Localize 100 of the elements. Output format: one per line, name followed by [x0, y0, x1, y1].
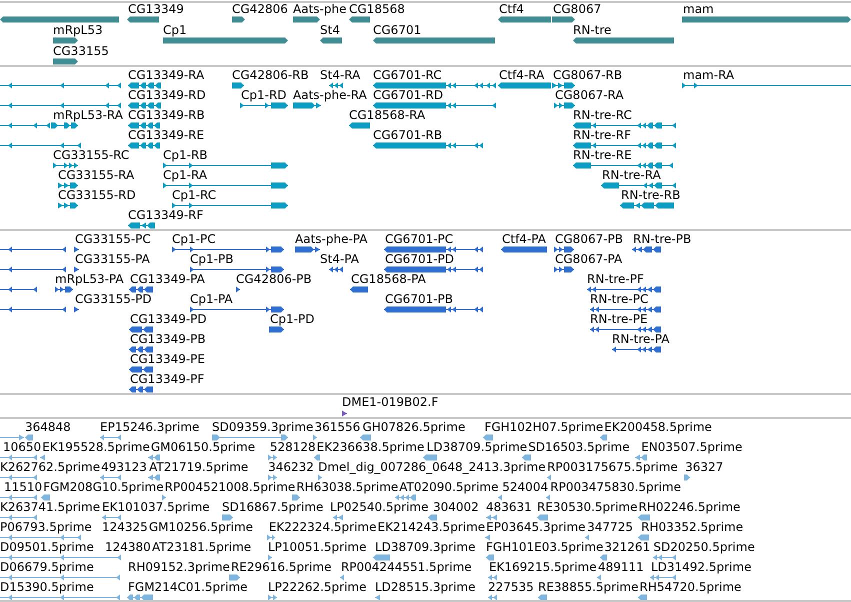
protein-glyph[interactable] [172, 246, 284, 252]
gene-bar[interactable] [552, 16, 575, 22]
protein-glyph[interactable] [350, 286, 368, 292]
transcript-glyph[interactable] [163, 182, 288, 188]
transcript-glyph[interactable] [128, 82, 161, 88]
est-glyph[interactable] [0, 594, 120, 600]
transcript-glyph[interactable] [172, 202, 288, 208]
est-glyph[interactable] [162, 494, 166, 500]
protein-glyph[interactable] [269, 326, 284, 332]
transcript-glyph[interactable] [128, 222, 155, 228]
protein-glyph[interactable] [590, 326, 661, 332]
transcript-glyph[interactable] [163, 162, 288, 168]
protein-glyph[interactable] [74, 266, 79, 272]
transcript-glyph[interactable] [0, 102, 121, 108]
est-glyph[interactable] [375, 594, 380, 600]
protein-glyph[interactable] [129, 386, 153, 392]
est-glyph[interactable] [333, 514, 343, 520]
transcript-glyph[interactable] [58, 202, 78, 208]
est-glyph[interactable] [222, 514, 233, 520]
est-glyph[interactable] [597, 574, 601, 580]
est-glyph[interactable] [485, 534, 490, 540]
est-glyph[interactable] [522, 454, 531, 460]
est-glyph[interactable] [0, 514, 37, 520]
est-glyph[interactable] [340, 574, 344, 580]
protein-glyph[interactable] [129, 326, 153, 332]
protein-glyph[interactable] [590, 306, 661, 312]
protein-glyph[interactable] [74, 246, 79, 252]
transcript-glyph[interactable] [128, 142, 160, 148]
est-glyph[interactable] [0, 454, 37, 460]
protein-glyph[interactable] [384, 246, 483, 252]
est-glyph[interactable] [318, 474, 322, 480]
est-glyph[interactable] [546, 494, 550, 500]
transcript-glyph[interactable] [573, 162, 673, 168]
est-glyph[interactable] [313, 434, 317, 440]
est-glyph[interactable] [373, 554, 390, 560]
est-glyph[interactable] [25, 434, 33, 440]
protein-glyph[interactable] [190, 306, 284, 312]
transcript-glyph[interactable] [53, 162, 78, 168]
protein-glyph[interactable] [0, 246, 66, 252]
gene-bar[interactable] [53, 38, 78, 44]
protein-glyph[interactable] [129, 346, 153, 352]
est-glyph[interactable] [0, 574, 120, 580]
est-glyph[interactable] [600, 554, 607, 560]
est-glyph[interactable] [600, 434, 607, 440]
gene-bar[interactable] [349, 16, 370, 22]
est-glyph[interactable] [268, 474, 277, 480]
transcript-glyph[interactable] [0, 82, 121, 88]
gene-bar[interactable] [127, 16, 159, 22]
gene-bar[interactable] [293, 16, 320, 22]
protein-glyph[interactable] [554, 246, 574, 252]
protein-glyph[interactable] [74, 306, 79, 312]
transcript-glyph[interactable] [128, 102, 161, 108]
clone-end-marker[interactable] [342, 410, 347, 416]
est-glyph[interactable] [547, 474, 551, 480]
est-glyph[interactable] [423, 454, 437, 460]
protein-glyph[interactable] [329, 266, 343, 272]
est-glyph[interactable] [100, 434, 121, 440]
protein-glyph[interactable] [384, 306, 483, 312]
est-glyph[interactable] [537, 514, 548, 520]
est-glyph[interactable] [653, 554, 676, 560]
gene-bar[interactable] [320, 38, 342, 44]
est-glyph[interactable] [40, 454, 45, 460]
protein-glyph[interactable] [632, 246, 661, 252]
protein-glyph[interactable] [129, 366, 153, 372]
protein-glyph[interactable] [384, 266, 483, 272]
est-glyph[interactable] [395, 494, 416, 500]
est-glyph[interactable] [585, 534, 589, 540]
transcript-glyph[interactable] [573, 142, 676, 148]
protein-glyph[interactable] [612, 346, 661, 352]
est-glyph[interactable] [0, 494, 37, 500]
transcript-glyph[interactable] [293, 102, 321, 108]
protein-glyph[interactable] [129, 286, 153, 292]
est-glyph[interactable] [638, 514, 650, 520]
est-glyph[interactable] [268, 454, 277, 460]
est-glyph[interactable] [127, 594, 153, 600]
est-glyph[interactable] [267, 534, 275, 540]
est-glyph[interactable] [212, 434, 288, 440]
est-glyph[interactable] [314, 454, 320, 460]
protein-glyph[interactable] [0, 306, 66, 312]
transcript-glyph[interactable] [128, 122, 160, 128]
protein-glyph[interactable] [55, 286, 73, 292]
transcript-glyph[interactable] [573, 122, 676, 128]
est-glyph[interactable] [148, 454, 160, 460]
protein-glyph[interactable] [587, 286, 661, 292]
est-glyph[interactable] [428, 514, 437, 520]
est-glyph[interactable] [360, 434, 371, 440]
protein-glyph[interactable] [0, 286, 37, 292]
est-glyph[interactable] [498, 494, 502, 500]
protein-glyph[interactable] [295, 246, 320, 252]
est-glyph[interactable] [488, 574, 497, 580]
transcript-glyph[interactable] [601, 182, 676, 188]
est-glyph[interactable] [102, 514, 121, 520]
gene-bar[interactable] [232, 16, 245, 22]
est-glyph[interactable] [0, 554, 121, 560]
est-glyph[interactable] [41, 494, 50, 500]
transcript-glyph[interactable] [240, 102, 288, 108]
protein-glyph[interactable] [0, 266, 66, 272]
est-glyph[interactable] [292, 494, 300, 500]
transcript-glyph[interactable] [373, 82, 496, 88]
transcript-glyph[interactable] [682, 82, 851, 88]
